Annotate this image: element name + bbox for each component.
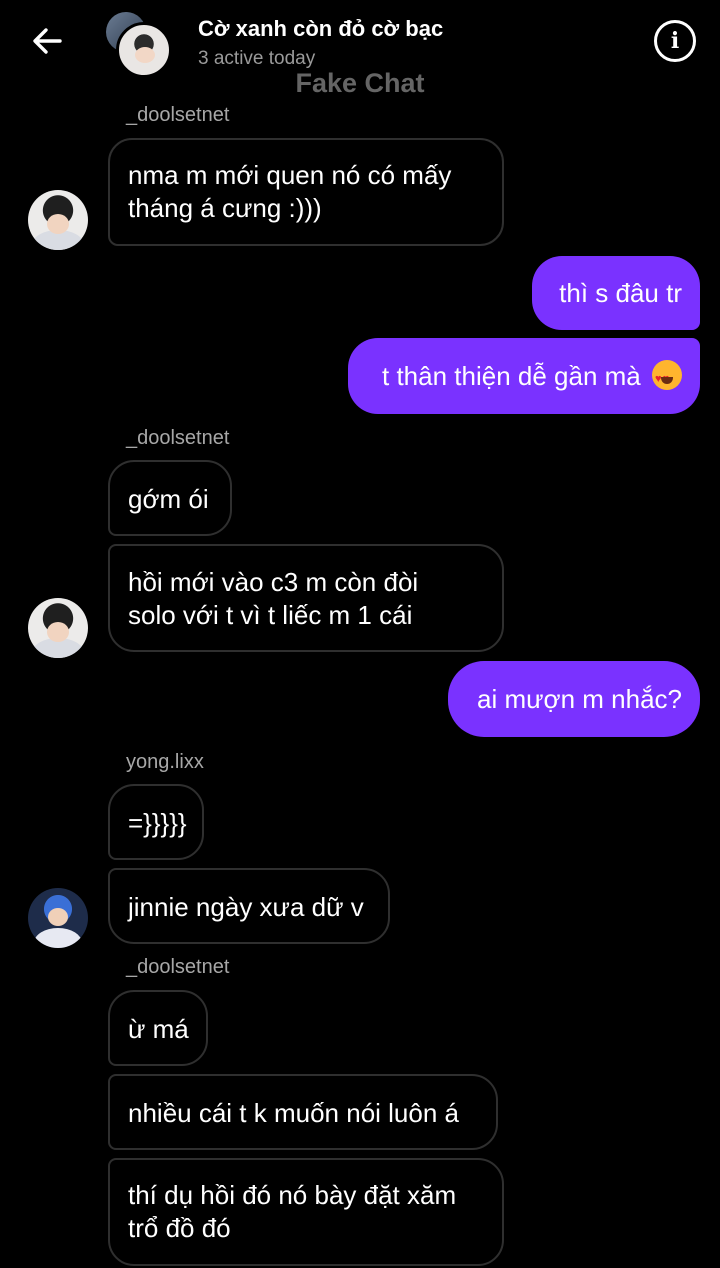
message-text: thì s đâu tr — [559, 278, 682, 308]
message-text: ai mượn m nhắc? — [477, 684, 682, 714]
sender-name: _doolsetnet — [126, 956, 230, 978]
info-button[interactable]: i — [654, 20, 696, 62]
message-text: =}}}}} — [128, 808, 187, 838]
message-bubble-outgoing[interactable]: ai mượn m nhắc? — [448, 661, 700, 737]
message-text: t thân thiện dễ gần mà — [382, 361, 641, 391]
message-bubble-incoming[interactable]: thí dụ hồi đó nó bày đặt xăm trổ đồ đó — [108, 1158, 504, 1266]
message-text: tháng á cưng :))) — [128, 193, 322, 223]
message-text: ừ má — [128, 1014, 189, 1044]
message-bubble-incoming[interactable]: hồi mới vào c3 m còn đòi solo với t vì t… — [108, 544, 504, 652]
avatar[interactable] — [28, 598, 88, 658]
arrow-left-icon — [33, 28, 62, 54]
avatar[interactable] — [28, 888, 88, 948]
group-avatar[interactable] — [106, 12, 172, 78]
sender-name: _doolsetnet — [126, 104, 230, 126]
message-text: solo với t vì t liếc m 1 cái — [128, 600, 413, 630]
message-text: jinnie ngày xưa dữ v — [128, 892, 364, 922]
message-bubble-outgoing[interactable]: t thân thiện dễ gần mà — [348, 338, 700, 414]
watermark: Fake Chat — [295, 68, 425, 98]
conversation-title[interactable]: Cờ xanh còn đỏ cờ bạc — [198, 16, 443, 42]
message-bubble-incoming[interactable]: gớm ói — [108, 460, 232, 536]
sender-name: yong.lixx — [126, 751, 204, 773]
message-bubble-incoming[interactable]: =}}}}} — [108, 784, 204, 860]
back-button[interactable] — [24, 18, 70, 64]
message-text: nhiều cái t k muốn nói luôn á — [128, 1098, 459, 1128]
message-text: nma m mới quen nó có mấy — [128, 160, 452, 190]
message-bubble-outgoing[interactable]: thì s đâu tr — [532, 256, 700, 330]
message-bubble-incoming[interactable]: nma m mới quen nó có mấy tháng á cưng :)… — [108, 138, 504, 246]
active-status: 3 active today — [198, 48, 316, 69]
message-text: hồi mới vào c3 m còn đòi — [128, 567, 419, 597]
message-bubble-incoming[interactable]: jinnie ngày xưa dữ v — [108, 868, 390, 944]
message-text: thí dụ hồi đó nó bày đặt xăm — [128, 1180, 457, 1210]
info-icon: i — [670, 28, 680, 54]
message-text: trổ đồ đó — [128, 1213, 231, 1243]
chat-header: Cờ xanh còn đỏ cờ bạc 3 active today i F… — [0, 0, 720, 98]
message-text: gớm ói — [128, 484, 209, 514]
avatar[interactable] — [28, 190, 88, 250]
sender-name: _doolsetnet — [126, 427, 230, 449]
message-bubble-incoming[interactable]: ừ má — [108, 990, 208, 1066]
message-bubble-incoming[interactable]: nhiều cái t k muốn nói luôn á — [108, 1074, 498, 1150]
heart-eyes-emoji-icon — [652, 360, 682, 396]
